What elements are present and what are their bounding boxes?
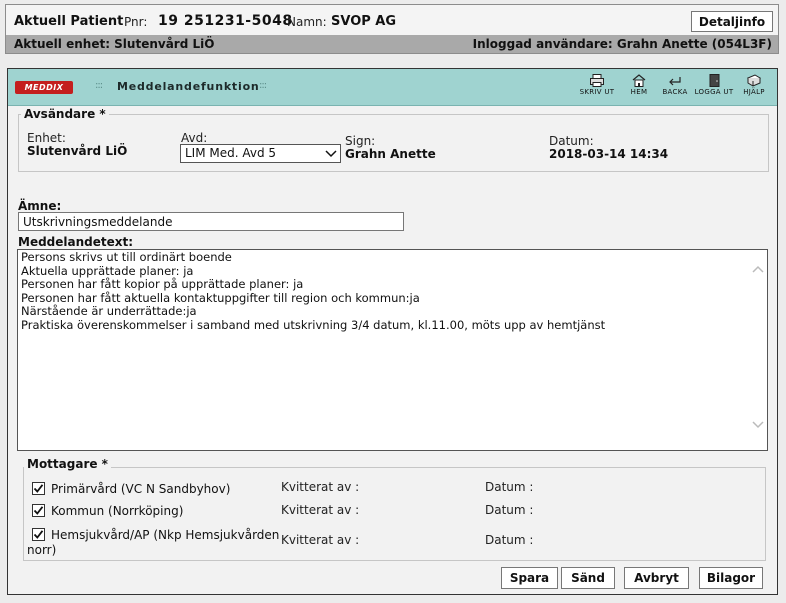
- kvitterat-label: Kvitterat av :: [281, 480, 360, 494]
- enhet-value: Slutenvård LiÖ: [27, 144, 128, 158]
- door-icon: [709, 74, 720, 87]
- send-button[interactable]: Sänd: [561, 567, 615, 589]
- attachments-button[interactable]: Bilagor: [699, 567, 763, 589]
- back-button[interactable]: BACKA: [655, 74, 695, 96]
- pnr-value: 19 251231-5048: [158, 13, 293, 29]
- back-label: BACKA: [662, 88, 688, 96]
- namn-value: SVOP AG: [331, 14, 397, 29]
- message-panel: MEDDIX ::: Meddelandefunktion ::: SKRIV …: [7, 68, 778, 595]
- home-label: HEM: [630, 88, 648, 96]
- namn-label: Namn:: [287, 15, 327, 29]
- print-button[interactable]: SKRIV UT: [576, 74, 618, 96]
- help-label: HJÄLP: [743, 88, 765, 96]
- message-line: Aktuella upprättade planer: ja: [21, 263, 194, 278]
- recipient-name: Primärvård (VC N Sandbyhov): [51, 482, 231, 496]
- toolbar-title: Meddelandefunktion: [117, 80, 260, 93]
- message-textarea[interactable]: Persons skrivs ut till ordinärt boende A…: [17, 249, 768, 451]
- home-icon: [632, 74, 646, 87]
- recipient-datum-label: Datum :: [485, 480, 534, 494]
- subject-input[interactable]: [18, 212, 404, 231]
- chevron-down-icon: [325, 150, 337, 158]
- scroll-up-icon[interactable]: [751, 264, 765, 274]
- recipient-checkbox[interactable]: [32, 528, 45, 541]
- recipient-datum-label: Datum :: [485, 533, 534, 547]
- book-icon: [747, 74, 761, 87]
- datum-label: Datum:: [549, 134, 594, 148]
- patient-header-title: Aktuell Patient: [14, 14, 124, 29]
- sender-legend: Avsändare *: [21, 107, 109, 121]
- patient-header: Aktuell Patient Pnr: 19 251231-5048 Namn…: [5, 4, 779, 54]
- recipient-name: norr): [27, 543, 57, 557]
- recipient-checkbox[interactable]: [32, 504, 45, 517]
- unit-bar: Aktuell enhet: Slutenvård LiÖ Inloggad a…: [6, 35, 778, 53]
- message-line: Personen har fått kopior på upprättade p…: [21, 277, 304, 291]
- kvitterat-label: Kvitterat av :: [281, 533, 360, 547]
- datum-value: 2018-03-14 14:34: [549, 147, 669, 161]
- logout-button[interactable]: LOGGA UT: [694, 74, 734, 96]
- recipients-legend: Mottagare *: [24, 457, 111, 471]
- current-unit-label: Aktuell enhet: Slutenvård LiÖ: [14, 37, 215, 51]
- recipient-name: Hemsjukvård/AP (Nkp Hemsjukvården: [51, 528, 280, 542]
- toolbar: MEDDIX ::: Meddelandefunktion ::: SKRIV …: [8, 69, 777, 106]
- detaljinfo-button[interactable]: Detaljinfo: [691, 11, 773, 32]
- sign-label: Sign:: [345, 134, 376, 148]
- enhet-label: Enhet:: [27, 131, 66, 145]
- sender-group: [18, 114, 769, 172]
- back-arrow-icon: [669, 77, 681, 86]
- avd-select[interactable]: LIM Med. Avd 5: [180, 144, 341, 163]
- scroll-down-icon[interactable]: [751, 420, 765, 430]
- toolbar-grip-icon: :::: [259, 80, 267, 91]
- kvitterat-label: Kvitterat av :: [281, 503, 360, 517]
- save-button[interactable]: Spara: [501, 567, 558, 589]
- print-label: SKRIV UT: [579, 88, 615, 96]
- cancel-button[interactable]: Avbryt: [624, 567, 689, 589]
- message-line: Praktiska överenskommelser i samband med…: [21, 317, 606, 332]
- checkmark-icon: [33, 484, 44, 493]
- message-line: Närstående är underrättade:ja: [21, 304, 197, 318]
- message-label: Meddelandetext:: [18, 235, 134, 249]
- recipient-checkbox[interactable]: [32, 482, 45, 495]
- subject-label: Ämne:: [18, 199, 62, 213]
- printer-icon: [590, 74, 604, 87]
- checkmark-icon: [33, 506, 44, 515]
- avd-label: Avd:: [181, 131, 208, 145]
- toolbar-grip-icon: :::: [95, 80, 103, 91]
- home-button[interactable]: HEM: [625, 74, 653, 96]
- help-button[interactable]: HJÄLP: [736, 74, 772, 96]
- avd-selected-value: LIM Med. Avd 5: [185, 146, 277, 160]
- recipient-datum-label: Datum :: [485, 503, 534, 517]
- recipient-name: Kommun (Norrköping): [51, 504, 184, 518]
- message-line: Personen har fått aktuella kontaktuppgif…: [21, 290, 420, 305]
- logout-label: LOGGA UT: [694, 88, 734, 96]
- sign-value: Grahn Anette: [345, 147, 436, 161]
- meddix-logo: MEDDIX: [15, 81, 73, 94]
- checkmark-icon: [33, 530, 44, 539]
- logged-in-user-label: Inloggad användare: Grahn Anette (054L3F…: [472, 37, 772, 51]
- message-line: Persons skrivs ut till ordinärt boende: [21, 250, 232, 264]
- pnr-label: Pnr:: [124, 15, 148, 29]
